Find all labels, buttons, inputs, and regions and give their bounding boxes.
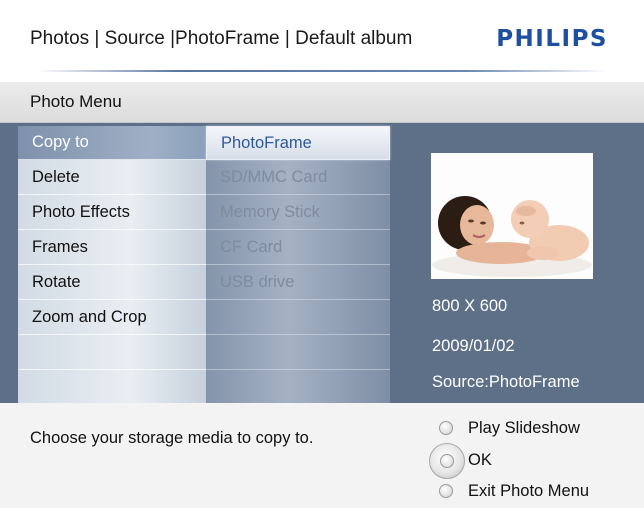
destination-cf-card[interactable]: CF Card — [206, 231, 390, 265]
menu-empty-row — [18, 371, 206, 405]
breadcrumb: Photos | Source |PhotoFrame | Default al… — [30, 28, 413, 49]
menu-item-delete[interactable]: Delete — [18, 161, 206, 195]
destination-empty-row — [206, 336, 390, 370]
header: Photos | Source |PhotoFrame | Default al… — [0, 0, 644, 82]
control-label: OK — [468, 451, 492, 469]
menu-item-frames[interactable]: Frames — [18, 231, 206, 265]
help-text: Choose your storage media to copy to. — [30, 429, 314, 447]
menu-item-label: Zoom and Crop — [32, 308, 147, 326]
photo-info-panel: 800 X 600 2009/01/02 Source:PhotoFrame — [392, 126, 644, 403]
photo-thumbnail — [431, 153, 593, 279]
destination-label: PhotoFrame — [221, 134, 312, 152]
destination-label: Memory Stick — [220, 203, 320, 221]
menu-item-label: Copy to — [32, 133, 89, 151]
menu-item-photo-effects[interactable]: Photo Effects — [18, 196, 206, 230]
destination-label: CF Card — [220, 238, 283, 256]
destination-memory-stick[interactable]: Memory Stick — [206, 196, 390, 230]
menu-item-label: Frames — [32, 238, 88, 256]
control-label: Play Slideshow — [468, 419, 580, 437]
destination-photoframe[interactable]: PhotoFrame — [206, 126, 390, 160]
destination-usb-drive[interactable]: USB drive — [206, 266, 390, 300]
menu-title: Photo Menu — [30, 92, 122, 111]
menu-empty-row — [18, 336, 206, 370]
destination-label: USB drive — [220, 273, 295, 291]
ok-button-icon — [429, 443, 465, 479]
menu-item-label: Rotate — [32, 273, 81, 291]
photo-menu-list: Copy to Delete Photo Effects Frames Rota… — [18, 126, 206, 403]
menu-item-rotate[interactable]: Rotate — [18, 266, 206, 300]
photo-date: 2009/01/02 — [432, 337, 515, 355]
copy-destination-list: PhotoFrame SD/MMC Card Memory Stick CF C… — [206, 126, 390, 403]
menu-title-bar: Photo Menu — [0, 82, 644, 123]
destination-empty-row — [206, 371, 390, 405]
brand-logo: PHILIPS — [496, 26, 608, 52]
photo-source: Source:PhotoFrame — [432, 373, 580, 391]
footer: Choose your storage media to copy to. Pl… — [0, 403, 644, 508]
main-panel: Copy to Delete Photo Effects Frames Rota… — [0, 123, 644, 403]
photo-frame-screen: Photos | Source |PhotoFrame | Default al… — [0, 0, 644, 508]
mother-and-baby-photo — [431, 153, 593, 279]
photo-resolution: 800 X 600 — [432, 297, 508, 315]
control-label: Exit Photo Menu — [468, 482, 590, 500]
menu-item-label: Photo Effects — [32, 203, 130, 221]
destination-label: SD/MMC Card — [220, 168, 328, 186]
radio-button-icon — [439, 484, 453, 498]
menu-item-zoom-and-crop[interactable]: Zoom and Crop — [18, 301, 206, 335]
menu-item-label: Delete — [32, 168, 80, 186]
destination-sd-mmc-card[interactable]: SD/MMC Card — [206, 161, 390, 195]
header-divider — [36, 70, 608, 72]
radio-button-icon — [439, 421, 453, 435]
menu-item-copy-to[interactable]: Copy to — [18, 126, 206, 160]
destination-empty-row — [206, 301, 390, 335]
